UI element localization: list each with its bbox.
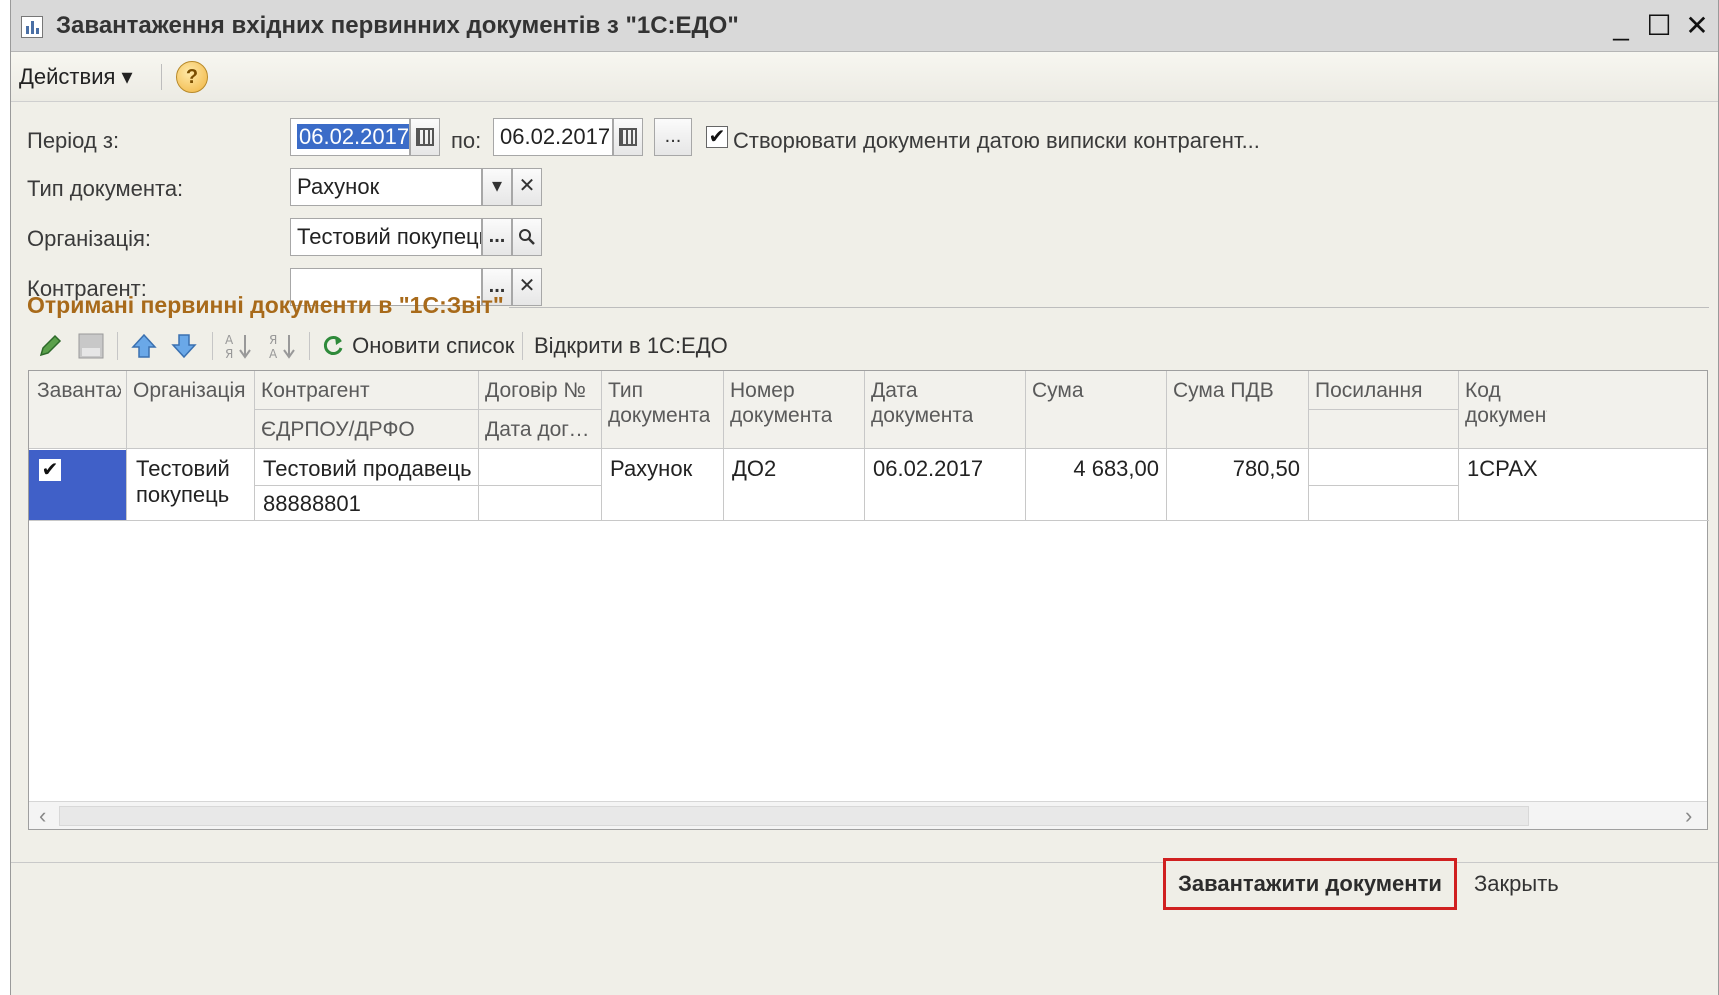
col-edrpou-header[interactable]: ЄДРПОУ/ДРФО [261, 417, 415, 442]
col-code-header[interactable]: Код [1465, 378, 1501, 403]
col-contract-no-header[interactable]: Договір № [485, 378, 599, 403]
col-load-header[interactable]: Завантажити [37, 378, 121, 403]
chevron-down-icon[interactable]: ▾ [482, 168, 512, 206]
col-doc-date-header-2: документа [871, 404, 974, 427]
row-org-cell: Тестовий [136, 456, 230, 481]
period-to-input[interactable]: 06.02.2017 [493, 118, 613, 156]
period-label: Період з: [27, 128, 120, 153]
app-chart-icon [21, 16, 43, 38]
load-row-checkbox[interactable]: ✔ [39, 459, 61, 481]
svg-text:Я: Я [225, 347, 233, 361]
menu-bar: Действия ▾ ? [11, 52, 1718, 102]
create-by-date-checkbox[interactable]: ✔ [706, 126, 728, 148]
search-icon[interactable] [512, 218, 542, 256]
horizontal-scrollbar[interactable]: ‹ › [29, 801, 1707, 829]
scroll-right-icon[interactable]: › [1685, 803, 1692, 829]
maximize-button[interactable]: ☐ [1643, 10, 1675, 42]
doc-type-select[interactable]: Рахунок [290, 168, 482, 206]
calendar-icon[interactable] [410, 118, 440, 156]
col-doc-type-header[interactable]: Тип [608, 378, 643, 403]
row-code-cell: 1СРАХ [1467, 456, 1538, 481]
row-doc-type-cell: Рахунок [610, 456, 693, 481]
col-org-header[interactable]: Організація [133, 378, 253, 403]
close-button[interactable]: Закрыть [1474, 871, 1559, 897]
row-edrpou-cell: 88888801 [263, 491, 361, 516]
organization-label: Організація: [27, 226, 151, 251]
refresh-list-label: Оновити список [352, 333, 515, 358]
doc-type-label: Тип документа: [27, 176, 184, 201]
table-toolbar: AЯ ЯA Оновити список Відкрити в 1С:ЕДО [27, 326, 1707, 366]
col-doc-no-header[interactable]: Номер [730, 378, 795, 403]
col-doc-no-header-2: документа [730, 404, 833, 427]
menu-separator [161, 64, 162, 90]
col-doc-type-header-2: документа [608, 404, 711, 427]
calendar-icon[interactable] [613, 118, 643, 156]
sort-descending-icon[interactable]: ЯA [267, 330, 297, 362]
edit-pencil-icon[interactable] [37, 330, 63, 362]
open-in-edo-button[interactable]: Відкрити в 1С:ЕДО [534, 330, 728, 362]
col-contract-date-header[interactable]: Дата договору [485, 417, 595, 442]
row-org-cell-2: покупець [136, 482, 230, 507]
period-from-input[interactable]: 06.02.2017 [290, 118, 410, 156]
close-window-button[interactable]: ✕ [1681, 10, 1713, 42]
row-sum-cell: 4 683,00 [1073, 456, 1159, 481]
svg-text:A: A [225, 333, 234, 347]
move-up-icon[interactable] [130, 330, 158, 362]
row-contractor-cell: Тестовий продавець [263, 456, 472, 481]
row-doc-no-cell: ДО2 [732, 456, 777, 481]
table-header: Завантажити Організація Контрагент ЄДРПО… [29, 371, 1707, 449]
create-by-date-label: Створювати документи датою виписки контр… [733, 128, 1260, 153]
scroll-left-icon[interactable]: ‹ [39, 803, 46, 829]
move-down-icon[interactable] [170, 330, 198, 362]
refresh-list-button[interactable]: Оновити список [320, 330, 514, 362]
section-divider [509, 307, 1709, 308]
main-window: Завантаження вхідних первинних документі… [10, 0, 1719, 995]
minimize-button[interactable]: _ [1605, 10, 1637, 42]
actions-menu[interactable]: Действия ▾ [19, 64, 133, 90]
save-table-icon[interactable] [77, 330, 105, 362]
window-title: Завантаження вхідних первинних документі… [56, 12, 739, 39]
col-contractor-header[interactable]: Контрагент [261, 378, 370, 403]
row-doc-date-cell: 06.02.2017 [873, 456, 984, 481]
col-link-header[interactable]: Посилання [1315, 378, 1423, 403]
col-vat-header[interactable]: Сума ПДВ [1173, 378, 1274, 403]
col-doc-date-header[interactable]: Дата [871, 378, 918, 403]
period-select-button[interactable]: ... [654, 118, 692, 156]
footer-divider [11, 862, 1718, 863]
col-code-header-2: документа [1465, 404, 1547, 427]
organization-input[interactable]: Тестовий покупець [290, 218, 482, 256]
svg-text:A: A [269, 347, 278, 361]
section-title: Отримані первинні документи в "1С:Звіт" [27, 292, 504, 318]
clear-icon[interactable]: ✕ [512, 268, 542, 306]
col-sum-header[interactable]: Сума [1032, 378, 1084, 403]
svg-text:Я: Я [269, 333, 277, 347]
sort-ascending-icon[interactable]: AЯ [223, 330, 253, 362]
help-button[interactable]: ? [176, 61, 208, 93]
title-bar: Завантаження вхідних первинних документі… [11, 0, 1718, 52]
select-dots-button[interactable]: ... [482, 218, 512, 256]
period-to-label: по: [451, 128, 482, 153]
scroll-thumb[interactable] [59, 806, 1529, 826]
load-documents-button[interactable]: Завантажити документи [1163, 858, 1457, 910]
clear-icon[interactable]: ✕ [512, 168, 542, 206]
row-vat-cell: 780,50 [1232, 456, 1300, 481]
documents-table[interactable]: Завантажити Організація Контрагент ЄДРПО… [28, 370, 1709, 830]
